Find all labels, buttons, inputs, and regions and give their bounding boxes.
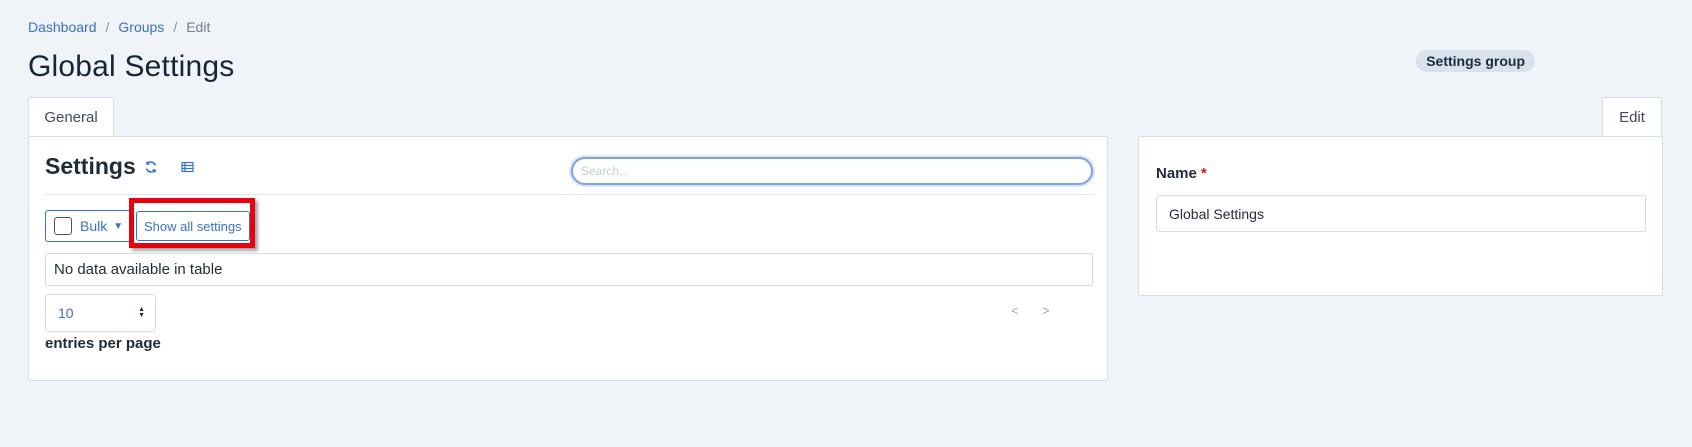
name-field[interactable] [1156, 195, 1646, 232]
breadcrumb-groups-link[interactable]: Groups [118, 19, 164, 35]
breadcrumb-dashboard-link[interactable]: Dashboard [28, 19, 97, 35]
edit-panel: Name * [1138, 136, 1663, 296]
tab-general[interactable]: General [28, 97, 114, 136]
pagination-prev[interactable]: < [1011, 303, 1019, 318]
page-title: Global Settings [28, 50, 235, 83]
empty-table-message: No data available in table [45, 253, 1093, 286]
select-all-checkbox[interactable] [54, 217, 72, 235]
required-marker: * [1200, 165, 1207, 182]
sort-arrows-icon: ▲ ▼ [138, 306, 145, 319]
refresh-icon[interactable] [142, 158, 160, 176]
settings-title: Settings [45, 153, 136, 179]
per-page-value: 10 [58, 305, 74, 321]
show-all-settings-button[interactable]: Show all settings [136, 211, 250, 241]
caret-down-icon: ▼ [113, 220, 124, 232]
pagination-next[interactable]: > [1042, 303, 1050, 318]
bulk-actions-button[interactable]: Bulk ▼ [45, 210, 133, 242]
name-field-label: Name * [1156, 165, 1207, 182]
breadcrumb: Dashboard / Groups / Edit [28, 19, 210, 35]
breadcrumb-separator: / [173, 19, 178, 35]
divider [45, 194, 1093, 195]
search-input[interactable] [571, 157, 1093, 185]
bulk-label: Bulk [80, 218, 108, 234]
breadcrumb-separator: / [105, 19, 110, 35]
name-label-text: Name [1156, 165, 1197, 182]
settings-group-badge: Settings group [1416, 50, 1535, 72]
tab-edit[interactable]: Edit [1602, 97, 1662, 136]
breadcrumb-current: Edit [186, 19, 211, 35]
entries-per-page-select[interactable]: 10 ▲ ▼ [45, 294, 156, 332]
table-icon[interactable] [178, 158, 196, 176]
per-page-label: entries per page [45, 335, 161, 352]
settings-panel: Settings Bulk ▼ Show all setting [28, 136, 1108, 381]
page: Dashboard / Groups / Edit Global Setting… [0, 0, 1692, 447]
